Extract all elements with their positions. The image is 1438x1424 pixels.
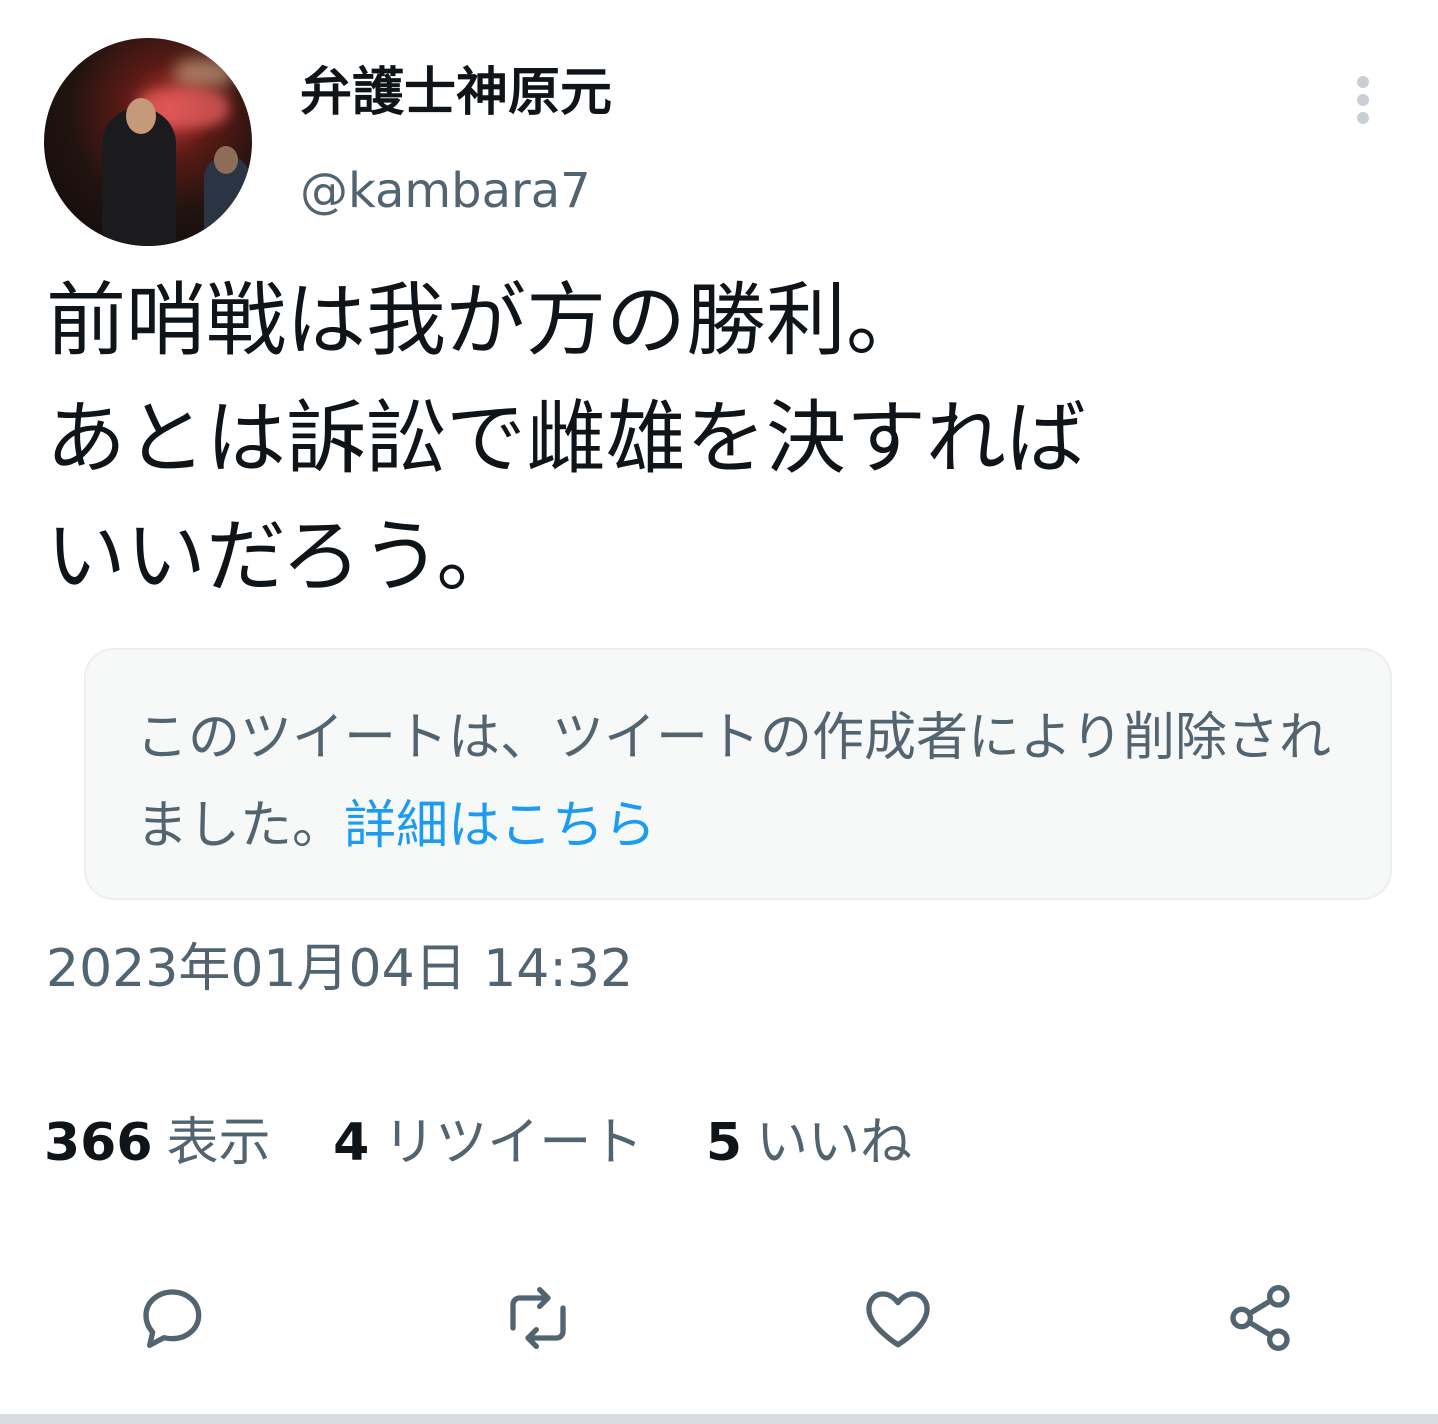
heart-icon [866,1291,930,1348]
likes-count: 5 [705,1113,743,1173]
views-stat: 366 表示 [44,1108,271,1178]
bottom-divider [0,1414,1438,1424]
more-options-icon[interactable] [1346,70,1380,130]
author-display-name[interactable]: 弁護士神原元 [300,58,612,128]
reply-button[interactable] [134,1278,214,1358]
tweet-timestamp[interactable]: 2023年01月04日 14:32 [46,936,633,1002]
views-count: 366 [44,1113,153,1173]
share-button[interactable] [1220,1278,1300,1358]
retweets-stat[interactable]: 4 リツイート [333,1108,643,1178]
share-icon [1230,1285,1290,1351]
tweet-stats: 366 表示 4 リツイート 5 いいね [44,1108,958,1178]
deleted-notice-text: このツイートは、ツイートの作成者により削除されました。 [136,708,1331,856]
retweet-button[interactable] [498,1278,578,1358]
deleted-tweet-notice: このツイートは、ツイートの作成者により削除されました。詳細はこちら [84,648,1392,900]
retweet-icon [510,1287,566,1349]
retweets-label: リツイート [383,1113,644,1173]
learn-more-link[interactable]: 詳細はこちら [344,796,656,856]
author-handle[interactable]: @kambara7 [300,158,591,224]
tweet-text: 前哨戦は我が方の勝利。 あとは訴訟で雌雄を決すれば いいだろう。 [46,274,1086,603]
likes-label: いいね [756,1113,913,1173]
views-label: 表示 [166,1113,271,1173]
avatar[interactable] [44,38,252,246]
reply-icon [143,1289,202,1348]
likes-stat[interactable]: 5 いいね [706,1108,912,1178]
retweets-count: 4 [333,1113,370,1173]
like-button[interactable] [858,1278,938,1358]
